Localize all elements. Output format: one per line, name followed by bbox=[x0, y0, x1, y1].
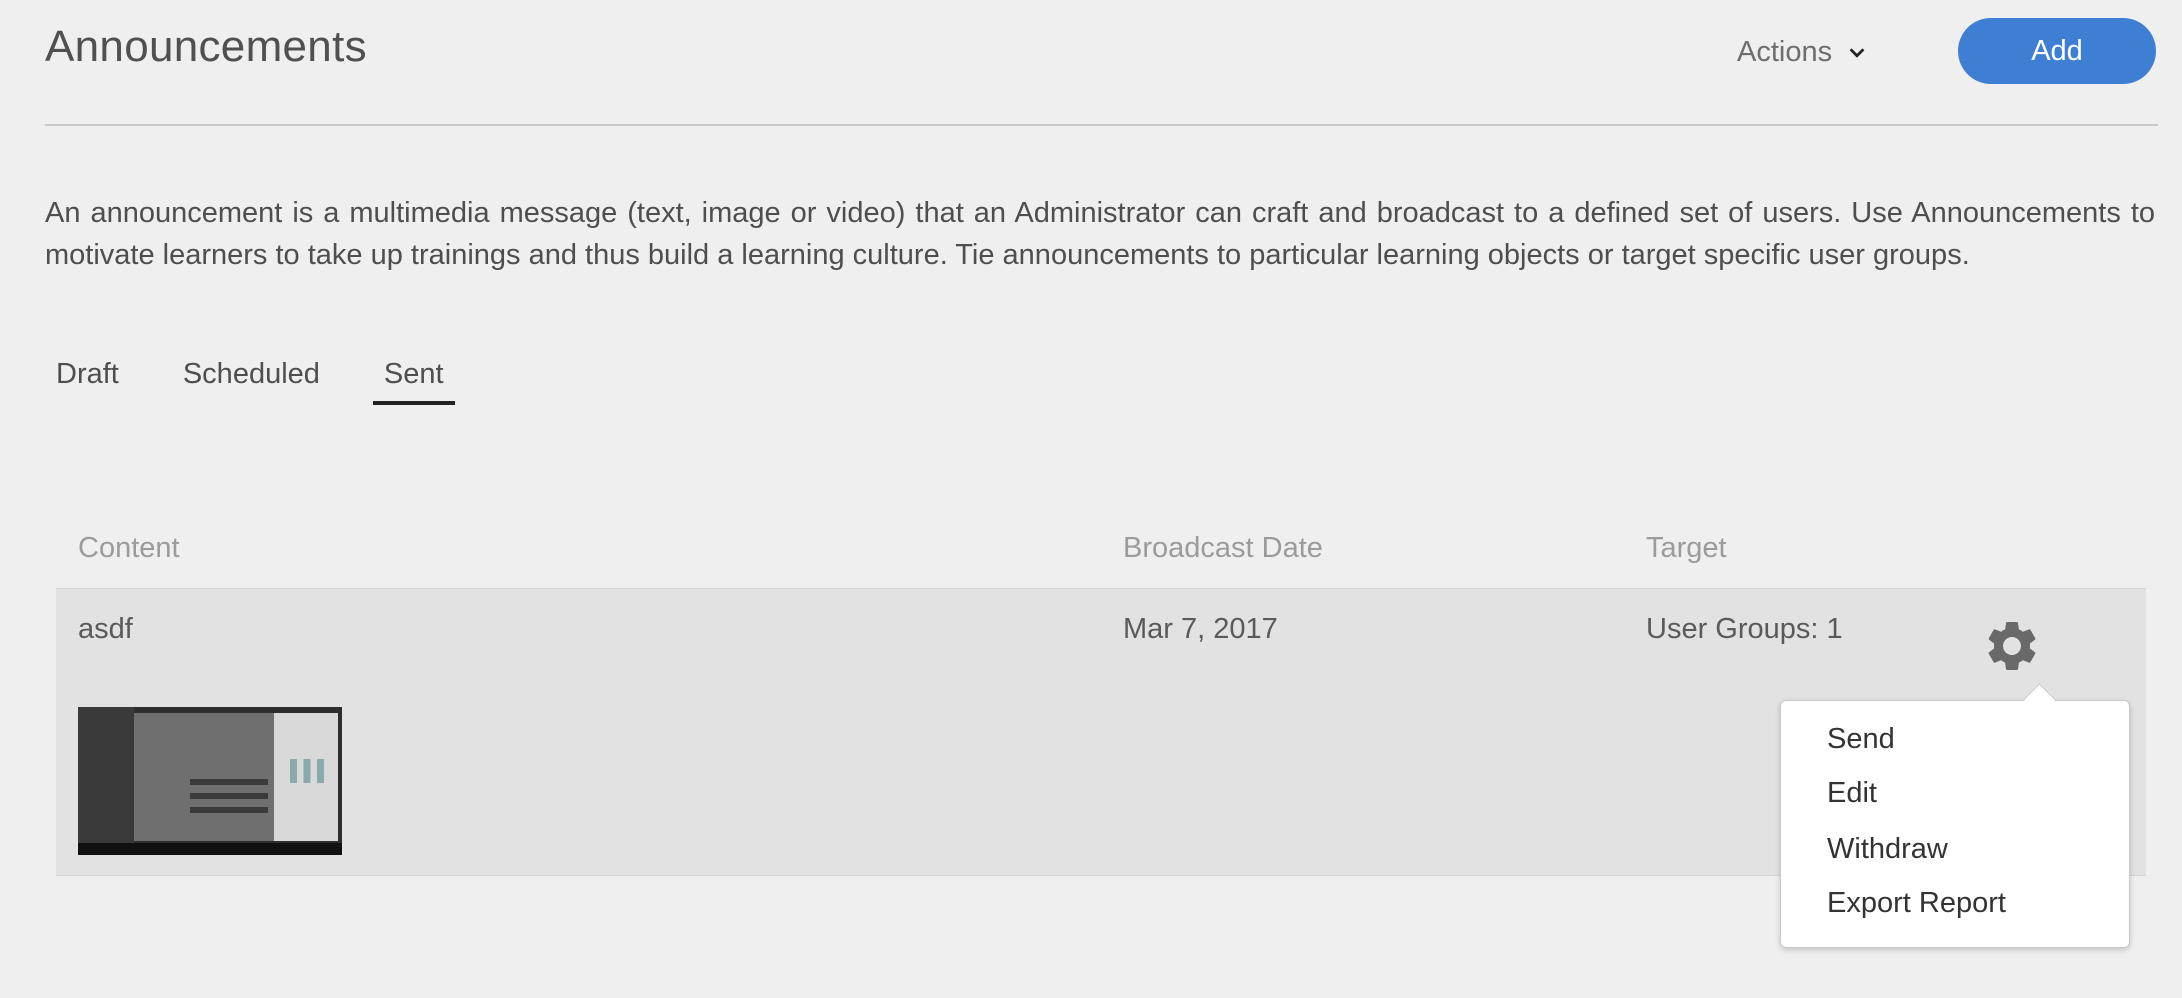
thumbnail-field bbox=[190, 779, 268, 785]
menu-item-edit[interactable]: Edit bbox=[1827, 777, 1877, 810]
thumbnail-field bbox=[190, 793, 268, 799]
page-title: Announcements bbox=[45, 22, 367, 71]
actions-label: Actions bbox=[1737, 36, 1833, 68]
menu-item-export-report[interactable]: Export Report bbox=[1827, 887, 2006, 920]
thumbnail-field bbox=[190, 807, 268, 813]
thumbnail-sidebar bbox=[78, 707, 134, 855]
tab-scheduled[interactable]: Scheduled bbox=[172, 354, 331, 405]
menu-item-withdraw[interactable]: Withdraw bbox=[1827, 833, 1948, 866]
column-header-content: Content bbox=[78, 532, 180, 564]
row-content: asdf bbox=[78, 613, 133, 645]
column-header-broadcast-date: Broadcast Date bbox=[1123, 532, 1323, 564]
row-broadcast-date: Mar 7, 2017 bbox=[1123, 613, 1278, 645]
add-button[interactable]: Add bbox=[1958, 18, 2156, 84]
gear-icon[interactable] bbox=[1982, 616, 2042, 676]
thumbnail-chart bbox=[290, 759, 324, 783]
column-header-target: Target bbox=[1646, 532, 1727, 564]
announcement-thumbnail[interactable] bbox=[78, 707, 342, 855]
tab-draft[interactable]: Draft bbox=[45, 354, 130, 405]
header-divider bbox=[45, 124, 2158, 126]
thumbnail-taskbar bbox=[78, 843, 342, 855]
status-tabs: Draft Scheduled Sent bbox=[45, 354, 455, 405]
row-actions-menu: Send Edit Withdraw Export Report bbox=[1780, 700, 2130, 948]
table-header: Content Broadcast Date Target bbox=[56, 520, 2146, 588]
tab-sent[interactable]: Sent bbox=[372, 354, 455, 405]
chevron-down-icon bbox=[1849, 47, 1865, 58]
menu-item-send[interactable]: Send bbox=[1827, 723, 1895, 756]
row-target: User Groups: 1 bbox=[1646, 613, 1843, 645]
page-description: An announcement is a multimedia message … bbox=[45, 197, 2155, 271]
actions-dropdown[interactable]: Actions bbox=[1737, 36, 1868, 69]
thumbnail-window bbox=[134, 713, 274, 841]
